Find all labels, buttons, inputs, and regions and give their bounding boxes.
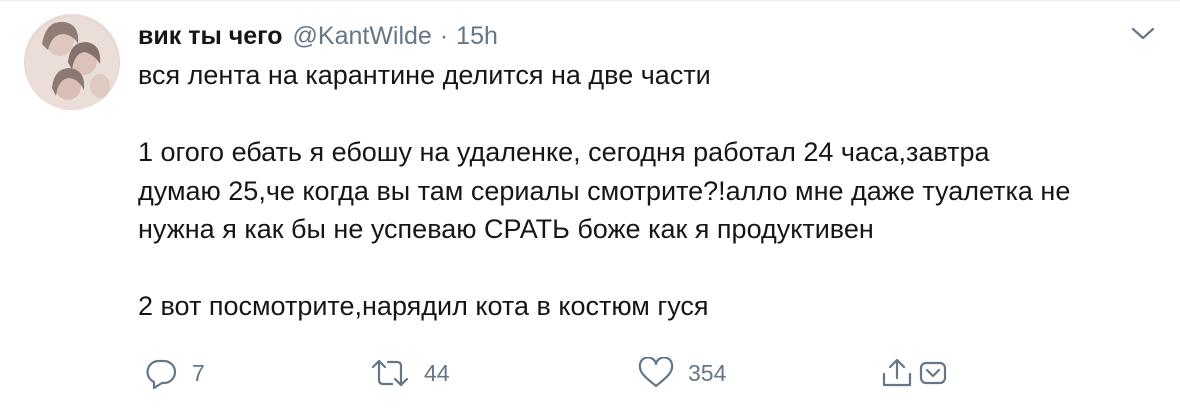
avatar-photo: [24, 14, 120, 110]
retweet-button[interactable]: 44: [370, 352, 450, 394]
like-button[interactable]: 354: [638, 352, 726, 394]
reply-button[interactable]: 7: [144, 352, 205, 394]
user-handle[interactable]: @KantWilde: [293, 16, 432, 56]
tweet-line: думаю 25,че когда вы там сериалы смотрит…: [138, 175, 1071, 206]
share-button[interactable]: [880, 352, 948, 394]
action-bar: 7 44 354: [138, 352, 1168, 394]
separator: ·: [439, 22, 449, 50]
like-count: 354: [688, 359, 727, 386]
share-icon: [882, 358, 912, 387]
retweet-icon: [371, 359, 409, 387]
display-name[interactable]: вик ты чего: [138, 16, 283, 56]
timestamp[interactable]: 15h: [456, 16, 498, 56]
divider: [0, 0, 1180, 1]
tweet: вик ты чего @KantWilde · 15h вся лента н…: [0, 0, 1180, 418]
retweet-count: 44: [424, 359, 450, 386]
reply-count: 7: [192, 359, 205, 386]
tweet-text: вся лента на карантине делится на две ча…: [138, 56, 1158, 326]
tweet-line: 2 вот посмотрите,нарядил кота в костюм г…: [138, 291, 709, 321]
dm-icon[interactable]: [918, 358, 948, 388]
tweet-header: вик ты чего @KantWilde · 15h: [138, 16, 498, 56]
chevron-down-icon[interactable]: [1126, 20, 1160, 48]
tweet-line: 1 огого ебать я ебошу на удаленке, сегод…: [138, 137, 990, 167]
reply-icon: [146, 359, 177, 389]
avatar[interactable]: [24, 14, 120, 110]
tweet-line: вся лента на карантине делится на две ча…: [138, 60, 711, 90]
heart-icon: [638, 357, 674, 388]
tweet-line: нужна я как бы не успеваю СРАТЬ боже как…: [138, 214, 874, 244]
